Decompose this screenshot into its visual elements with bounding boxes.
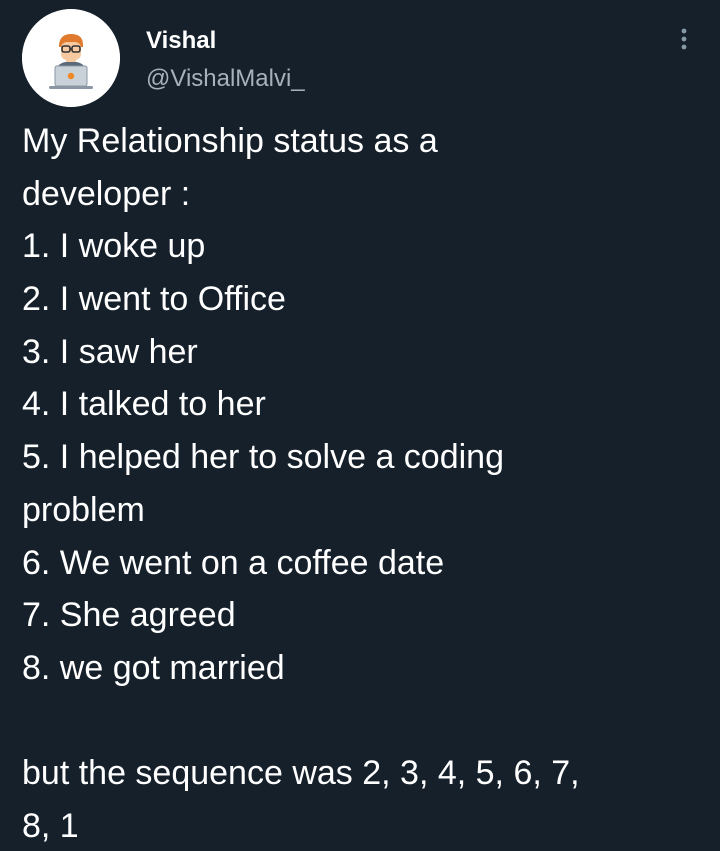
tweet-text: My Relationship status as a developer : …: [22, 115, 712, 851]
author-handle[interactable]: @VishalMalvi_: [146, 65, 305, 93]
tweet-line: My Relationship status as a: [22, 122, 438, 160]
tweet-line: 6. We went on a coffee date: [22, 543, 445, 582]
developer-laptop-avatar-icon: [22, 9, 120, 107]
tweet-line: 2. I went to Office: [22, 280, 286, 319]
author-display-name[interactable]: Vishal: [146, 27, 216, 55]
tweet-line: 8. we got married: [22, 648, 285, 687]
tweet-card: Vishal @VishalMalvi_ My Relationship sta…: [0, 0, 720, 851]
tweet-footer-line: 8, 1: [22, 806, 79, 845]
avatar[interactable]: [22, 9, 120, 107]
tweet-line: 3. I saw her: [22, 332, 198, 371]
tweet-line: 7. She agreed: [22, 596, 236, 635]
tweet-footer-line: but the sequence was 2, 3, 4, 5, 6, 7,: [22, 754, 580, 793]
tweet-line: developer :: [22, 174, 191, 213]
tweet-line: 4. I talked to her: [22, 385, 266, 424]
tweet-line: problem: [22, 490, 145, 529]
more-vertical-icon[interactable]: [674, 24, 694, 54]
tweet-line: 1. I woke up: [22, 227, 206, 266]
tweet-line: 5. I helped her to solve a coding: [22, 438, 504, 477]
